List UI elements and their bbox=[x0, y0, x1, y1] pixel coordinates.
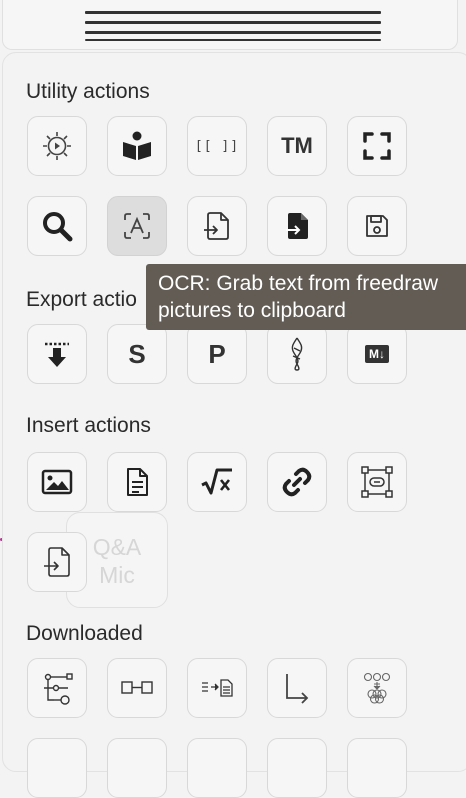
insert-file-icon bbox=[127, 468, 148, 496]
ocr-tooltip: OCR: Grab text from freedraw pictures to… bbox=[146, 264, 466, 330]
file-insert-icon bbox=[44, 547, 70, 577]
save-icon bbox=[366, 215, 388, 237]
export-svg-button[interactable]: S bbox=[107, 324, 167, 384]
connector-icon bbox=[121, 681, 153, 694]
ocr-button[interactable] bbox=[107, 196, 167, 256]
tooltip-line-1: OCR: Grab text from freedraw bbox=[158, 272, 439, 295]
arrow-to-file-icon bbox=[202, 679, 233, 697]
file-import-filled-icon bbox=[286, 213, 308, 239]
insert-latex-button[interactable] bbox=[187, 452, 247, 512]
trademark-button[interactable]: TM bbox=[267, 116, 327, 176]
section-title-export: Export actio bbox=[26, 288, 137, 311]
file-import-icon bbox=[204, 212, 229, 240]
fullscreen-button[interactable] bbox=[347, 116, 407, 176]
settings-button[interactable] bbox=[27, 116, 87, 176]
ocr-text-icon bbox=[124, 213, 150, 239]
export-png-icon: P bbox=[208, 338, 226, 369]
partial-button-2[interactable] bbox=[107, 738, 167, 798]
settings-play-icon bbox=[43, 132, 71, 160]
elbow-arrow-icon bbox=[286, 674, 309, 704]
book-reader-icon bbox=[123, 131, 151, 160]
insert-image-icon bbox=[41, 469, 73, 495]
import-file-button[interactable] bbox=[187, 196, 247, 256]
tooltip-line-2: pictures to clipboard bbox=[158, 299, 346, 322]
export-png-button[interactable]: P bbox=[187, 324, 247, 384]
link-icon bbox=[282, 467, 312, 497]
insert-file-link-button[interactable] bbox=[27, 532, 87, 592]
export-svg-icon: S bbox=[128, 338, 146, 369]
export-download-button[interactable] bbox=[27, 324, 87, 384]
excalidraw-icon bbox=[291, 337, 303, 371]
partial-button-1[interactable] bbox=[27, 738, 87, 798]
partial-button-4[interactable] bbox=[267, 738, 327, 798]
search-button[interactable] bbox=[27, 196, 87, 256]
flowchart-script-button[interactable] bbox=[27, 658, 87, 718]
elbow-connector-button[interactable] bbox=[267, 658, 327, 718]
partial-button-5[interactable] bbox=[347, 738, 407, 798]
export-markdown-button[interactable]: M↓ bbox=[347, 324, 407, 384]
embed-link-button[interactable] bbox=[347, 452, 407, 512]
top-toolbar bbox=[2, 0, 458, 50]
search-icon bbox=[43, 212, 73, 242]
import-file-alt-button[interactable] bbox=[267, 196, 327, 256]
trademark-icon: TM bbox=[281, 133, 313, 158]
hamburger-menu-icon[interactable] bbox=[85, 10, 381, 41]
fullscreen-icon bbox=[363, 132, 391, 160]
section-title-insert: Insert actions bbox=[26, 414, 151, 437]
wiki-brackets-icon: [[ ]] bbox=[194, 138, 240, 154]
circles-icon bbox=[363, 672, 391, 704]
insert-file-button[interactable] bbox=[107, 452, 167, 512]
insert-image-button[interactable] bbox=[27, 452, 87, 512]
circle-group-button[interactable] bbox=[347, 658, 407, 718]
export-excalidraw-button[interactable] bbox=[267, 324, 327, 384]
wiki-link-button[interactable]: [[ ]] bbox=[187, 116, 247, 176]
latex-sqrt-icon bbox=[201, 468, 232, 495]
embed-link-icon bbox=[361, 466, 393, 498]
reading-mode-button[interactable] bbox=[107, 116, 167, 176]
insert-link-button[interactable] bbox=[267, 452, 327, 512]
save-button[interactable] bbox=[347, 196, 407, 256]
section-title-utility: Utility actions bbox=[26, 80, 150, 103]
section-title-downloaded: Downloaded bbox=[26, 622, 143, 645]
text-to-file-button[interactable] bbox=[187, 658, 247, 718]
markdown-icon: M↓ bbox=[365, 345, 389, 363]
connect-boxes-button[interactable] bbox=[107, 658, 167, 718]
export-download-icon bbox=[45, 342, 69, 367]
flowchart-icon bbox=[44, 673, 73, 705]
partial-button-3[interactable] bbox=[187, 738, 247, 798]
